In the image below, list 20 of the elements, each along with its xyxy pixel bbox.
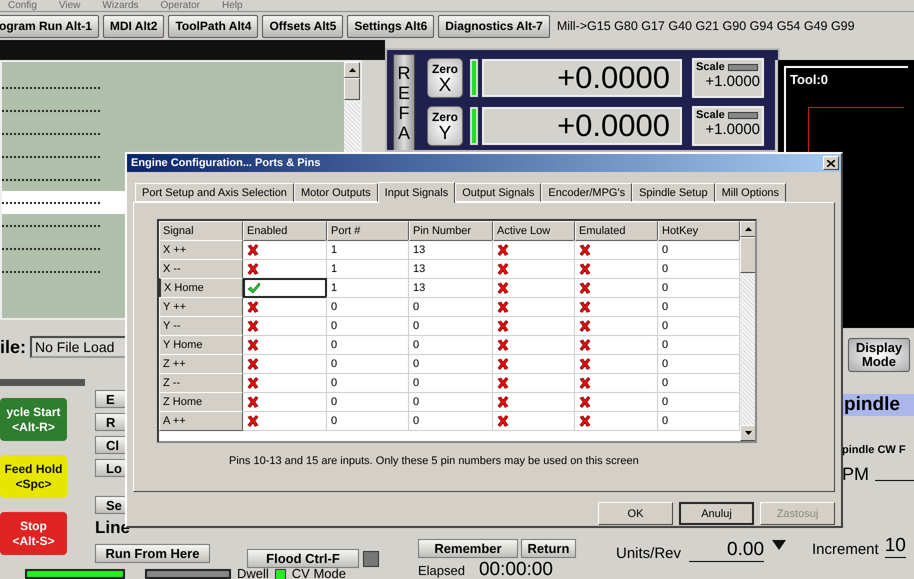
file-label: ile: <box>0 336 26 358</box>
elapsed-time: 00:00:00 <box>478 561 553 579</box>
pins-note: Pins 10-13 and 15 are inputs. Only these 5 pin numbers may be used on this screen <box>229 455 639 467</box>
scale-box: Scale +1.0000 <box>692 106 764 146</box>
increment-label: Increment <box>812 541 879 558</box>
axis-position: +0.0000 <box>482 107 682 145</box>
modal-codes: Mill->G15 G80 G17 G40 G21 G90 G94 G54 G49 G99 <box>556 19 855 33</box>
units-rev-label: Units/Rev <box>616 545 682 562</box>
spindle-cw-label: pindle CW F <box>842 444 907 456</box>
cv-mode-label: CV Mode <box>292 568 346 579</box>
axis-position: +0.0000 <box>482 59 682 97</box>
rpm-label: PM <box>842 464 869 485</box>
dialog-title: Engine Configuration... Ports & Pins <box>131 157 320 169</box>
scale-box: Scale +1.0000 <box>692 58 764 98</box>
elapsed-label: Elapsed <box>418 562 465 578</box>
units-rev-value: 0.00 <box>689 539 764 562</box>
increment-value: 10 <box>884 535 906 558</box>
dwell-label: Dwell <box>237 568 269 579</box>
tool-label: Tool:0 <box>790 72 830 87</box>
spindle-banner: pindle <box>842 394 914 416</box>
